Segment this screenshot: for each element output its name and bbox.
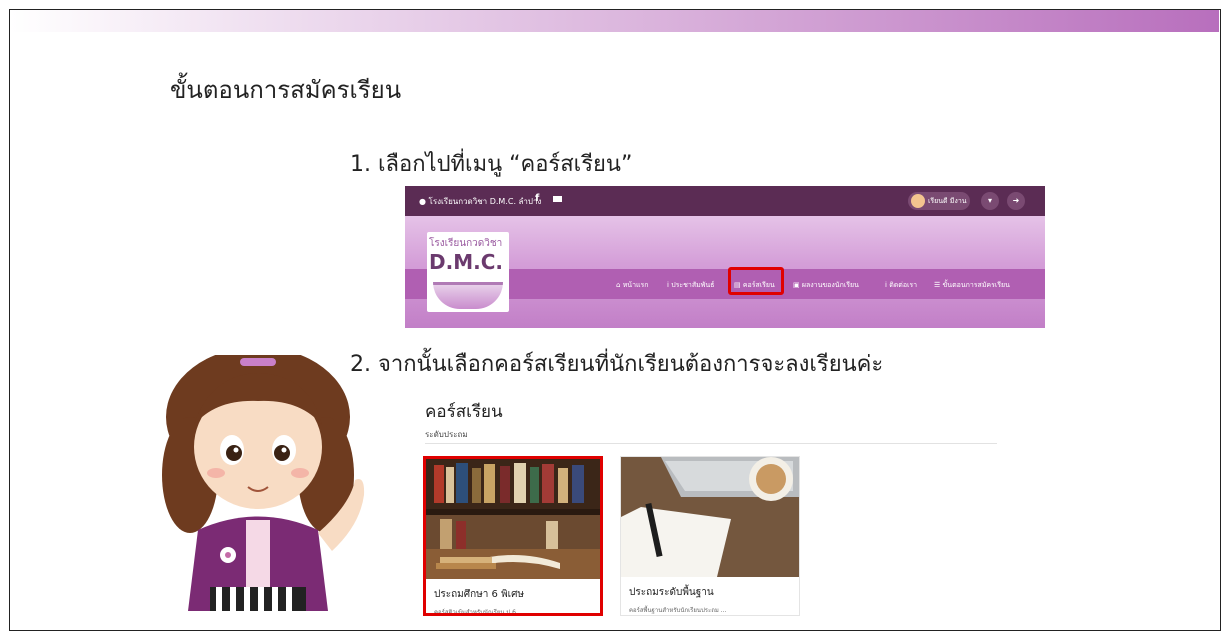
course-description: คอร์สติวเข้มสำหรับนักเรียน ป.6 ... [434, 609, 524, 616]
cart-icon[interactable]: ▾ [981, 192, 999, 210]
slide-title: ขั้นตอนการสมัครเรียน [170, 76, 402, 104]
course-title: ประถมศึกษา 6 พิเศษ [434, 589, 525, 600]
facebook-icon[interactable]: f [535, 193, 539, 204]
courses-menu-highlight [728, 267, 784, 295]
home-icon: ⌂ [616, 281, 621, 289]
nav-item-home[interactable]: ⌂ หน้าแรก [616, 280, 649, 291]
nav-item-enroll-steps[interactable]: ☰ ขั้นตอนการสมัครเรียน [934, 280, 1010, 291]
laptop-coffee-image [621, 457, 799, 577]
nav-item-news[interactable]: i ประชาสัมพันธ์ [667, 280, 714, 291]
avatar [911, 194, 925, 208]
bookshelf-image [426, 459, 600, 579]
logout-icon[interactable]: ➜ [1007, 192, 1025, 210]
user-name: เรียนดี มีงาน [928, 197, 967, 205]
course-title: ประถมระดับพื้นฐาน [629, 587, 714, 598]
course-card-primary-basic[interactable]: ประถมระดับพื้นฐาน คอร์สพื้นฐานสำหรับนักเ… [620, 456, 800, 616]
nav-item-contact[interactable]: i ติดต่อเรา [885, 280, 917, 291]
logo-dmc: D.M.C. [429, 250, 503, 274]
info-icon: i [667, 281, 669, 289]
site-logo[interactable]: โรงเรียนกวดวิชา D.M.C. [427, 232, 509, 312]
card-icon: ▣ [793, 281, 800, 289]
course-description: คอร์สพื้นฐานสำหรับนักเรียนประถม ... [629, 607, 727, 614]
cartoon-girl-illustration [162, 355, 365, 611]
open-book-icon [433, 282, 503, 309]
website-header-screenshot: ● โรงเรียนกวดวิชา D.M.C. ลำปาง f เรียนดี… [405, 186, 1045, 328]
nav-item-student-works[interactable]: ▣ ผลงานของนักเรียน [793, 280, 859, 291]
step-1-text: 1. เลือกไปที่เมนู “คอร์สเรียน” [350, 152, 633, 177]
info-icon: i [885, 281, 887, 289]
list-icon: ☰ [934, 281, 941, 289]
logo-school-name: โรงเรียนกวดวิชา [429, 238, 503, 249]
slide-top-band [10, 10, 1219, 32]
course-card-p6-special[interactable]: ประถมศึกษา 6 พิเศษ คอร์สติวเข้มสำหรับนัก… [423, 456, 603, 616]
courses-level-label: ระดับประถม [425, 430, 468, 439]
divider [425, 443, 997, 444]
address-text: โรงเรียนกวดวิชา D.M.C. ลำปาง [428, 197, 542, 206]
courses-heading: คอร์สเรียน [425, 402, 503, 422]
site-topbar: ● โรงเรียนกวดวิชา D.M.C. ลำปาง f เรียนดี… [405, 186, 1045, 216]
site-address: ● โรงเรียนกวดวิชา D.M.C. ลำปาง [419, 195, 541, 208]
step-2-text: 2. จากนั้นเลือกคอร์สเรียนที่นักเรียนต้อง… [350, 352, 884, 377]
user-menu-button[interactable]: เรียนดี มีงาน [908, 192, 970, 210]
mail-icon[interactable] [553, 196, 562, 202]
map-pin-icon: ● [419, 197, 426, 206]
